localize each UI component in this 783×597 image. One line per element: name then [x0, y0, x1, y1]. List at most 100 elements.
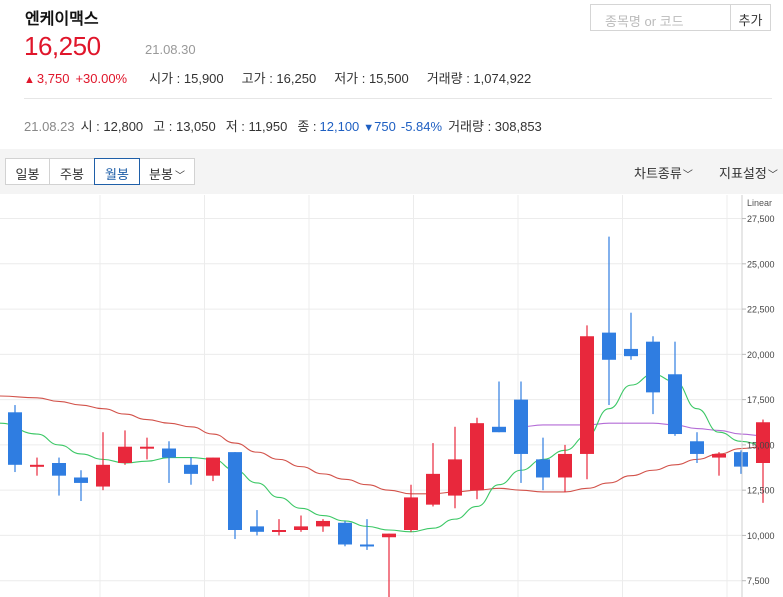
- candle: [316, 519, 330, 532]
- indicator-settings-dropdown[interactable]: 지표설정﹀: [719, 163, 778, 182]
- candle-body: [404, 497, 418, 530]
- low-price: 저가 : 15,500: [334, 71, 409, 86]
- candle: [558, 444, 572, 492]
- candle: [294, 515, 308, 532]
- tab-weekly[interactable]: 주봉: [49, 158, 95, 185]
- candle-body: [118, 446, 132, 463]
- indicator-settings-label: 지표설정: [719, 166, 767, 181]
- candle-body: [96, 464, 110, 487]
- tick-label: 25,000: [747, 259, 775, 269]
- ma-line-green: [0, 373, 764, 533]
- candle-body: [470, 423, 484, 491]
- chevron-down-icon: ﹀: [682, 170, 693, 181]
- candle: [668, 341, 682, 436]
- candle: [404, 484, 418, 532]
- tab-minute[interactable]: 분봉 ﹀: [139, 158, 195, 185]
- candle-body: [272, 530, 286, 532]
- history-change: 750: [374, 119, 396, 134]
- volume: 거래량 : 1,074,922: [426, 71, 532, 86]
- candle: [492, 381, 506, 433]
- candle-body: [646, 341, 660, 393]
- candles: [8, 236, 770, 597]
- candle: [338, 520, 352, 547]
- stock-name: 엔케이맥스: [25, 11, 99, 28]
- candle: [426, 443, 440, 507]
- history-close-label: 종 :: [297, 119, 317, 134]
- candle: [646, 336, 660, 415]
- up-arrow-icon: ▲: [24, 74, 35, 86]
- tick-label: 17,500: [747, 395, 775, 405]
- candle-body: [52, 463, 66, 476]
- candle-body: [580, 336, 594, 454]
- history-change-percent: -5.84%: [400, 119, 443, 134]
- stock-search-input[interactable]: 종목명 or 코드: [590, 4, 731, 31]
- candle: [536, 437, 550, 491]
- tab-minute-label: 분봉: [149, 167, 173, 182]
- tab-monthly[interactable]: 월봉: [94, 158, 140, 185]
- candle-body: [448, 459, 462, 496]
- tab-daily[interactable]: 일봉: [5, 158, 50, 185]
- candle-body: [624, 348, 638, 357]
- tick-label: 22,500: [747, 305, 775, 315]
- high-price: 고가 : 16,250: [241, 71, 317, 86]
- chevron-down-icon: ﹀: [174, 171, 185, 182]
- history-date: 21.08.23: [24, 119, 75, 134]
- candle-body: [602, 332, 616, 360]
- candle: [580, 325, 594, 480]
- candle: [624, 312, 638, 360]
- candle-body: [668, 374, 682, 435]
- history-close: 12,100: [319, 119, 360, 134]
- candle: [74, 470, 88, 502]
- tick-label: 20,000: [747, 350, 775, 360]
- candle-body: [360, 544, 374, 547]
- open-price: 시가 : 15,900: [149, 71, 224, 86]
- candle: [162, 441, 176, 483]
- tick-label: 15,000: [747, 440, 775, 450]
- price-date: 21.08.30: [145, 42, 196, 57]
- history-summary: 21.08.23 시 : 12,800 고 : 13,050 저 : 11,950 종 …: [24, 116, 542, 135]
- add-button[interactable]: 추가: [731, 4, 771, 31]
- candle: [140, 437, 154, 460]
- candle: [228, 452, 242, 540]
- candle: [96, 432, 110, 491]
- history-high: 고 : 13,050: [153, 119, 216, 134]
- candle-body: [316, 520, 330, 527]
- price-axis: Linear 27,500 25,000 22,500 20,000 17,500 15,0…: [741, 195, 775, 597]
- candle-body: [734, 452, 748, 467]
- candle: [8, 405, 22, 473]
- change-amount: 3,750: [36, 71, 70, 86]
- candle-body: [140, 446, 154, 449]
- candle: [448, 426, 462, 509]
- chart-type-label: 차트종류: [634, 166, 682, 181]
- candle-body: [558, 453, 572, 478]
- candle-body: [74, 477, 88, 483]
- candle: [514, 381, 528, 483]
- tick-label: 10,000: [747, 531, 775, 541]
- candle-body: [536, 459, 550, 478]
- candle-body: [294, 526, 308, 530]
- history-volume: 거래량 : 308,853: [448, 119, 542, 134]
- current-price: 16,250: [24, 31, 101, 61]
- divider: [24, 98, 772, 99]
- candle: [360, 519, 374, 550]
- candle: [734, 450, 748, 474]
- candle: [118, 430, 132, 465]
- candle: [272, 519, 286, 536]
- candle-body: [712, 453, 726, 458]
- price-summary: ▲ 3,750 +30.00% 시가 : 15,900 고가 : 16,250 저가 : …: [24, 68, 537, 87]
- history-open: 시 : 12,800: [80, 119, 144, 134]
- candle-body: [162, 448, 176, 458]
- candle-body: [690, 441, 704, 454]
- chart-type-dropdown[interactable]: 차트종류﹀: [634, 163, 693, 182]
- history-low: 저 : 11,950: [225, 119, 288, 134]
- candlestick-chart[interactable]: Linear 27,500 25,000 22,500 20,000 17,500 15,0…: [0, 195, 783, 597]
- chevron-down-icon: ﹀: [767, 170, 778, 181]
- candle-body: [8, 412, 22, 465]
- candle-body: [30, 464, 44, 467]
- candle: [30, 457, 44, 476]
- tick-label: 27,500: [747, 214, 775, 224]
- candle: [206, 457, 220, 482]
- candle-body: [382, 533, 396, 538]
- tick-label: 12,500: [747, 486, 775, 496]
- candle: [184, 457, 198, 485]
